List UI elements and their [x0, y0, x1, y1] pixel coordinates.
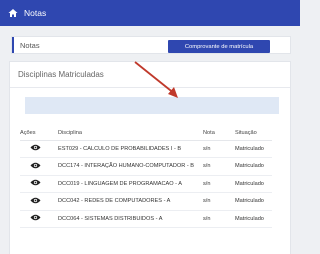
col-disciplina: Disciplina [58, 127, 203, 141]
enrollment-proof-button[interactable]: Comprovante de matrícula [168, 40, 270, 53]
table-row: EST029 - CALCULO DE PROBABILIDADES I - B… [20, 140, 272, 158]
course-status: Matriculado [235, 175, 272, 193]
view-eye-icon[interactable] [30, 162, 41, 169]
toolbar [25, 97, 279, 114]
course-grade: s/n [203, 140, 235, 158]
course-status: Matriculado [235, 210, 272, 228]
col-acoes: Ações [20, 127, 58, 141]
course-name: DCC174 - INTERAÇÃO HUMANO-COMPUTADOR - B [58, 157, 203, 176]
courses-table: Ações Disciplina Nota Situação EST029 - … [20, 127, 272, 228]
view-eye-icon[interactable] [30, 197, 41, 204]
table-header-row: Ações Disciplina Nota Situação [20, 127, 272, 141]
view-eye-icon[interactable] [30, 179, 41, 186]
course-grade: s/n [203, 192, 235, 211]
course-name: DCC019 - LINGUAGEM DE PROGRAMACAO - A [58, 175, 203, 193]
col-situacao: Situação [235, 127, 272, 141]
breadcrumb-label: Notas [20, 40, 40, 50]
course-name: DCC042 - REDES DE COMPUTADORES - A [58, 192, 203, 211]
course-status: Matriculado [235, 140, 272, 158]
course-name: DCC064 - SISTEMAS DISTRIBUIDOS - A [58, 210, 203, 228]
table-row: DCC019 - LINGUAGEM DE PROGRAMACAO - A s/… [20, 175, 272, 193]
top-app-bar: Notas [0, 0, 300, 26]
course-status: Matriculado [235, 157, 272, 176]
view-eye-icon[interactable] [30, 144, 41, 151]
app-bar-title: Notas [24, 8, 47, 18]
course-grade: s/n [203, 210, 235, 228]
panel-title-text: Disciplinas Matriculadas [18, 70, 104, 79]
course-status: Matriculado [235, 192, 272, 211]
table-row: DCC064 - SISTEMAS DISTRIBUIDOS - A s/n M… [20, 210, 272, 228]
course-grade: s/n [203, 157, 235, 176]
course-grade: s/n [203, 175, 235, 193]
panel-title: Disciplinas Matriculadas [10, 62, 290, 88]
table-row: DCC042 - REDES DE COMPUTADORES - A s/n M… [20, 192, 272, 211]
table-row: DCC174 - INTERAÇÃO HUMANO-COMPUTADOR - B… [20, 157, 272, 176]
course-name: EST029 - CALCULO DE PROBABILIDADES I - B [58, 140, 203, 158]
home-icon[interactable] [8, 8, 18, 18]
view-eye-icon[interactable] [30, 214, 41, 221]
col-nota: Nota [203, 127, 235, 141]
